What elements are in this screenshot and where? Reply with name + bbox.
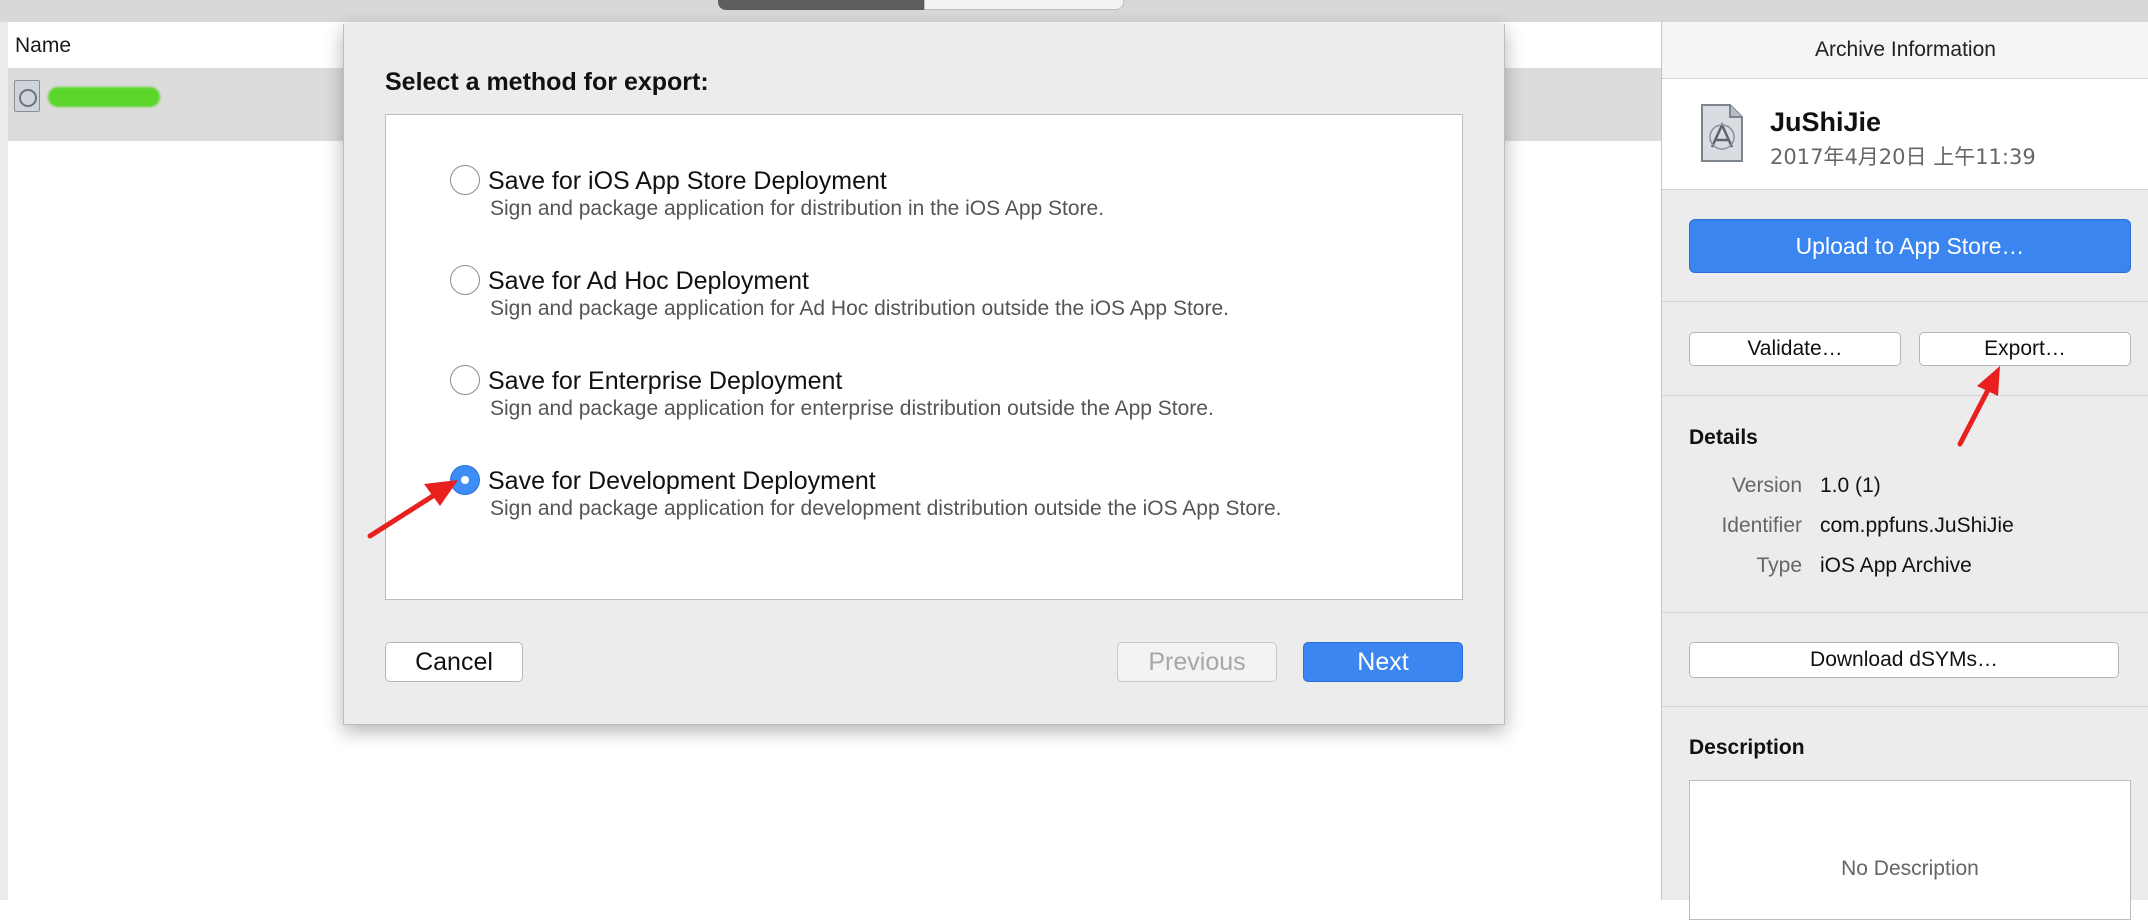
segmented-control-left[interactable] xyxy=(718,0,924,10)
description-field[interactable]: No Description xyxy=(1689,780,2131,920)
description-heading: Description xyxy=(1689,736,1805,759)
option-title: Save for Development Deployment xyxy=(488,467,876,495)
export-method-options: Save for iOS App Store Deployment Sign a… xyxy=(385,114,1463,600)
divider xyxy=(1662,612,2148,613)
archive-inspector: Archive Information JuShiJie 2017年4月20日 … xyxy=(1661,22,2148,920)
option-description: Sign and package application for develop… xyxy=(490,497,1282,520)
export-sheet: Select a method for export: Save for iOS… xyxy=(343,24,1505,725)
upload-to-app-store-button[interactable]: Upload to App Store… xyxy=(1689,219,2131,273)
inspector-header: Archive Information xyxy=(1662,22,2148,79)
divider xyxy=(1662,395,2148,396)
option-description: Sign and package application for Ad Hoc … xyxy=(490,297,1229,320)
type-value: iOS App Archive xyxy=(1820,554,1972,577)
type-label: Type xyxy=(1756,554,1802,577)
sheet-title: Select a method for export: xyxy=(385,68,709,96)
radio-ad-hoc[interactable] xyxy=(450,265,480,295)
previous-button[interactable]: Previous xyxy=(1117,642,1277,682)
name-column-label: Name xyxy=(15,34,72,57)
version-value: 1.0 (1) xyxy=(1820,474,1881,497)
option-title: Save for Enterprise Deployment xyxy=(488,367,843,395)
inspector-title: Archive Information xyxy=(1815,38,1996,61)
export-button[interactable]: Export… xyxy=(1919,332,2131,366)
radio-enterprise[interactable] xyxy=(450,365,480,395)
option-title: Save for Ad Hoc Deployment xyxy=(488,267,809,295)
option-title: Save for iOS App Store Deployment xyxy=(488,167,887,195)
download-dsyms-button[interactable]: Download dSYMs… xyxy=(1689,642,2119,678)
divider xyxy=(1662,301,2148,302)
archive-summary: JuShiJie 2017年4月20日 上午11:39 xyxy=(1662,79,2148,190)
radio-development[interactable] xyxy=(450,465,480,495)
option-description: Sign and package application for enterpr… xyxy=(490,397,1214,420)
description-placeholder: No Description xyxy=(1841,857,1979,880)
archive-document-icon xyxy=(1701,104,1743,162)
app-name: JuShiJie xyxy=(1770,107,1882,137)
validate-button[interactable]: Validate… xyxy=(1689,332,1901,366)
version-label: Version xyxy=(1731,474,1802,497)
redacted-archive-name xyxy=(48,87,160,107)
next-button[interactable]: Next xyxy=(1303,642,1463,682)
cancel-button[interactable]: Cancel xyxy=(385,642,523,682)
segmented-control-right[interactable] xyxy=(924,0,1124,10)
details-heading: Details xyxy=(1689,426,1758,449)
option-description: Sign and package application for distrib… xyxy=(490,197,1105,220)
window-toolbar xyxy=(0,0,2148,23)
identifier-label: Identifier xyxy=(1721,514,1802,537)
archive-file-icon xyxy=(14,80,40,112)
archive-date: 2017年4月20日 上午11:39 xyxy=(1770,145,2036,169)
identifier-value: com.ppfuns.JuShiJie xyxy=(1820,514,2014,537)
radio-app-store[interactable] xyxy=(450,165,480,195)
divider xyxy=(1662,706,2148,707)
